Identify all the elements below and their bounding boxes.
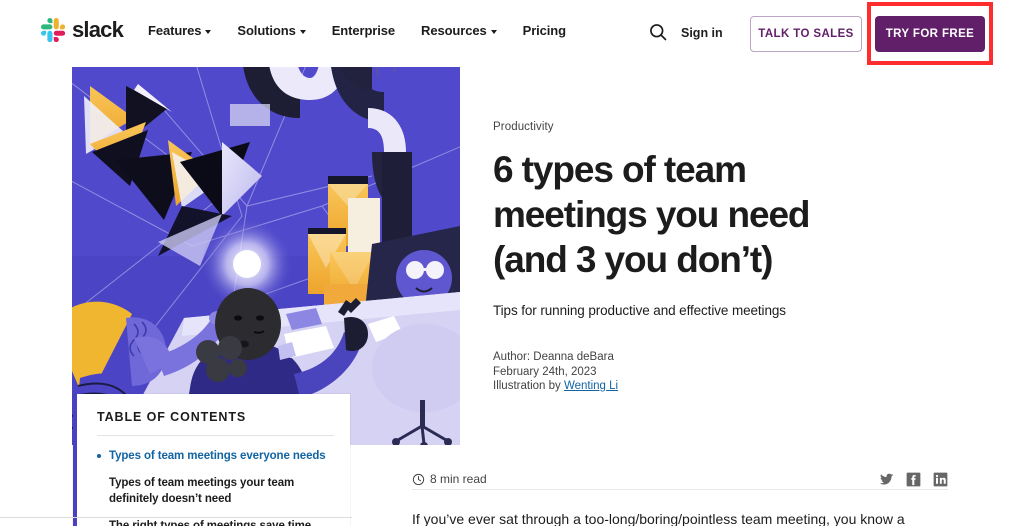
readbar-divider [412, 489, 948, 490]
table-of-contents-panel: TABLE OF CONTENTS Types of team meetings… [73, 394, 350, 526]
linkedin-icon[interactable] [933, 472, 948, 487]
slack-logo-icon [41, 18, 66, 43]
main-nav: Features Solutions Enterprise Resources … [148, 23, 566, 38]
facebook-icon[interactable] [906, 472, 921, 487]
nav-item-pricing[interactable]: Pricing [523, 23, 566, 38]
search-icon [650, 24, 667, 41]
nav-item-solutions[interactable]: Solutions [237, 23, 306, 38]
slack-logo[interactable]: slack [41, 17, 124, 43]
try-for-free-button[interactable]: TRY FOR FREE [875, 16, 985, 52]
article-byline: Author: Deanna deBara February 24th, 202… [493, 350, 893, 394]
illustration-prefix: Illustration by [493, 380, 564, 392]
author-line: Author: Deanna deBara [493, 351, 614, 363]
sign-in-link[interactable]: Sign in [681, 26, 723, 40]
chevron-down-icon [299, 29, 306, 34]
page-title: 6 types of team meetings you need (and 3… [493, 149, 811, 280]
article-header-block: Productivity 6 types of team meetings yo… [493, 121, 893, 394]
toc-heading: TABLE OF CONTENTS [97, 410, 247, 424]
article-lede: If you’ve ever sat through a too-long/bo… [412, 511, 905, 526]
nav-item-features[interactable]: Features [148, 23, 212, 38]
toc-divider [97, 435, 334, 436]
article-hero-image [72, 56, 460, 445]
talk-to-sales-button[interactable]: TALK TO SALES [750, 16, 862, 52]
social-share-group [879, 472, 948, 487]
article-category[interactable]: Productivity [493, 121, 893, 133]
nav-item-resources[interactable]: Resources [421, 23, 497, 38]
chevron-down-icon [490, 29, 497, 34]
illustrator-link[interactable]: Wenting Li [564, 380, 618, 392]
nav-item-enterprise[interactable]: Enterprise [332, 23, 395, 38]
page-root: Productivity 6 types of team meetings yo… [0, 0, 1024, 526]
site-header: slack Features Solutions Enterprise Reso… [0, 0, 1024, 67]
nav-label-pricing: Pricing [522, 23, 566, 38]
article-subtitle: Tips for running productive and effectiv… [493, 303, 786, 318]
hero-illustration-svg [72, 56, 460, 445]
twitter-icon[interactable] [879, 472, 894, 487]
toc-item-1[interactable]: Types of team meetings your team definit… [97, 475, 330, 507]
toc-item-2[interactable]: The right types of meetings save time [97, 518, 330, 526]
toc-list: Types of team meetings everyone needs Ty… [97, 448, 330, 526]
clock-icon [412, 473, 425, 485]
search-button[interactable] [648, 22, 668, 42]
toc-item-0[interactable]: Types of team meetings everyone needs [97, 448, 330, 464]
nav-label-enterprise: Enterprise [331, 23, 396, 38]
read-time-label: 8 min read [430, 472, 487, 486]
illustration-credit: Illustration by Wenting Li [493, 379, 893, 394]
publish-date: February 24th, 2023 [493, 365, 597, 378]
page-bottom-divider [0, 517, 352, 518]
nav-label-resources: Resources [421, 23, 487, 38]
nav-label-features: Features [148, 23, 202, 38]
nav-label-solutions: Solutions [237, 23, 296, 38]
chevron-down-icon [205, 29, 212, 34]
read-time: 8 min read [412, 472, 487, 486]
slack-wordmark: slack [72, 17, 124, 42]
